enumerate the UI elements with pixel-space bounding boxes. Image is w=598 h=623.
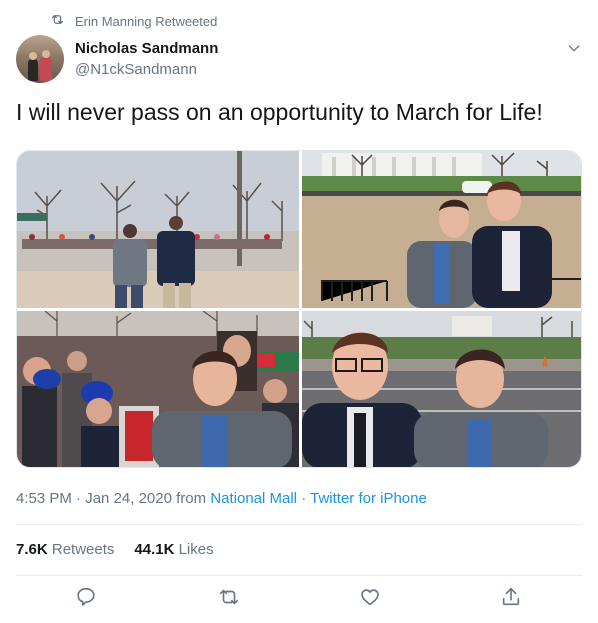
retweet-icon [50, 12, 75, 30]
author-handle[interactable]: @N1ckSandmann [75, 61, 197, 78]
photo-crowd-selfie[interactable] [17, 311, 299, 467]
meta-separator: · [76, 490, 82, 507]
share-icon[interactable] [500, 586, 524, 610]
divider [16, 524, 582, 525]
tweet-meta: 4:53 PM · Jan 24, 2020 from National Mal… [16, 490, 427, 507]
retweet-icon[interactable] [218, 586, 242, 610]
retweet-context[interactable]: Erin Manning Retweeted [50, 12, 217, 30]
chevron-down-icon[interactable] [566, 40, 582, 56]
likes-stat[interactable]: 44.1K Likes [134, 541, 213, 558]
from-label: from [176, 490, 207, 507]
likes-label: Likes [178, 541, 214, 558]
meta-separator: · [301, 490, 307, 507]
avatar[interactable] [16, 35, 64, 83]
author-display-name[interactable]: Nicholas Sandmann [75, 40, 218, 57]
likes-count: 44.1K [134, 541, 175, 558]
action-bar [0, 586, 598, 612]
tweet-text: I will never pass on an opportunity to M… [16, 99, 543, 125]
photo-white-house-two-men[interactable] [302, 151, 581, 308]
source-link[interactable]: Twitter for iPhone [310, 490, 427, 507]
retweets-label: Retweets [51, 541, 115, 558]
retweets-count: 7.6K [16, 541, 48, 558]
tweet-stats: 7.6K Retweets 44.1K Likes [16, 541, 234, 558]
divider [16, 575, 582, 576]
like-icon[interactable] [359, 586, 383, 610]
retweet-context-label: Erin Manning Retweeted [75, 13, 218, 29]
tweet-time[interactable]: 4:53 PM [16, 490, 72, 507]
tweet-date[interactable]: Jan 24, 2020 [85, 490, 172, 507]
location-link[interactable]: National Mall [210, 490, 297, 507]
photo-crowd-walking[interactable] [17, 151, 299, 308]
photo-mall-two-men[interactable] [302, 311, 581, 467]
retweets-stat[interactable]: 7.6K Retweets [16, 541, 114, 558]
reply-icon[interactable] [75, 586, 99, 610]
media-grid [16, 150, 582, 468]
